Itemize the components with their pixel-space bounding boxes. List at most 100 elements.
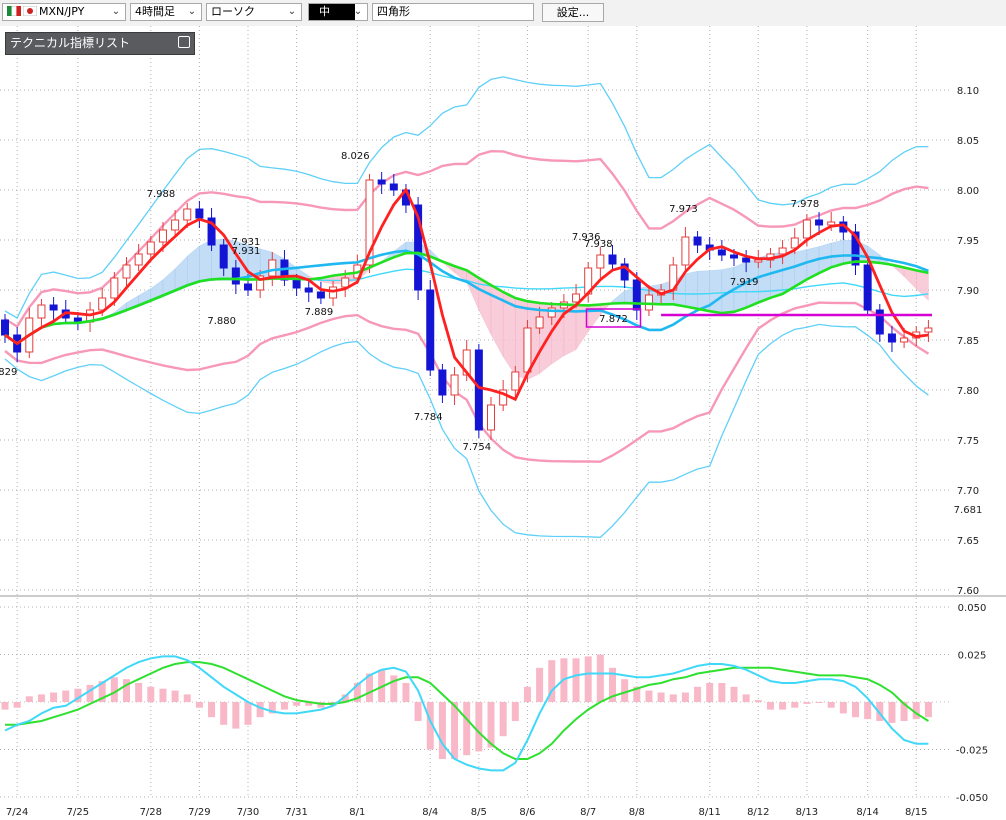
price-axis-label: 7.80	[957, 386, 979, 397]
date-axis-label: 7/28	[140, 807, 162, 818]
macd-histogram-bar	[645, 690, 653, 702]
candle-body	[146, 241, 155, 255]
date-axis-label: 7/31	[285, 807, 307, 818]
candle-body	[924, 327, 933, 333]
candle-body	[377, 179, 386, 185]
flag-icon	[7, 6, 21, 16]
macd-histogram-bar	[110, 677, 118, 702]
candle-body	[268, 259, 277, 277]
macd-histogram-bar	[669, 694, 677, 702]
date-axis-label: 8/1	[349, 807, 365, 818]
price-label: 7.754	[463, 442, 492, 453]
settings-button[interactable]: 設定...	[542, 3, 604, 22]
macd-histogram-bar	[766, 702, 774, 710]
candle-body	[863, 264, 872, 311]
chart-style-select[interactable]: ローソク ⌄	[206, 3, 302, 21]
price-label: 7.936	[572, 232, 601, 243]
macd-histogram-bar	[718, 683, 726, 702]
macd-histogram-bar	[924, 702, 932, 718]
macd-axis-label: -0.050	[956, 793, 988, 804]
cloud-segment	[685, 270, 698, 310]
candle-body	[183, 208, 192, 221]
price-label: 8.026	[341, 151, 370, 162]
price-label: 7.919	[730, 277, 759, 288]
candle-body	[875, 309, 884, 335]
timeframe-select[interactable]: 4時間足 ⌄	[130, 3, 202, 21]
macd-histogram-bar	[402, 683, 410, 702]
macd-histogram-bar	[596, 654, 604, 702]
indicator-list-title: テクニカル指標リスト	[10, 36, 131, 50]
macd-histogram-bar	[791, 702, 799, 708]
date-axis-label: 7/25	[67, 807, 89, 818]
macd-histogram-bar	[1, 702, 9, 710]
macd-histogram-bar	[803, 702, 811, 704]
macd-histogram-bar	[414, 702, 422, 721]
price-label: 7.784	[414, 412, 443, 423]
candle-body	[231, 267, 240, 285]
date-axis-label: 7/24	[6, 807, 28, 818]
macd-histogram-bar	[25, 696, 33, 702]
price-label: 7.931	[232, 237, 261, 248]
candle-body	[802, 219, 811, 239]
toolbar: MXN/JPY ⌄ 4時間足 ⌄ ローソク ⌄ 中 ⌄ 四角形 設定...	[0, 0, 1006, 27]
macd-histogram-bar	[256, 702, 264, 718]
price-axis-label: 8.10	[957, 86, 979, 97]
box-price-label: 7.872	[599, 314, 628, 325]
macd-histogram-bar	[864, 702, 872, 720]
chevron-down-icon: ⌄	[187, 6, 197, 17]
line-width-select[interactable]: 中 ⌄	[308, 3, 368, 21]
price-label: 7.829	[0, 367, 17, 378]
macd-histogram-bar	[572, 658, 580, 702]
chart-area[interactable]: 7.8297.9887.8807.9317.9317.8898.0267.784…	[0, 26, 1006, 820]
candle-body	[110, 277, 119, 299]
date-axis-label: 8/14	[856, 807, 878, 818]
price-axis-label: 7.75	[957, 436, 979, 447]
price-axis-label: 7.85	[957, 336, 979, 347]
date-axis-label: 8/8	[629, 807, 645, 818]
macd-histogram-bar	[451, 702, 459, 759]
candle-body	[49, 304, 58, 311]
macd-histogram-bar	[888, 702, 896, 723]
price-axis-label: 8.00	[957, 186, 979, 197]
candle-body	[389, 183, 398, 191]
line-width-label: 中	[309, 4, 355, 20]
macd-histogram-bar	[742, 694, 750, 702]
date-axis-label: 8/6	[519, 807, 535, 818]
date-axis-label: 8/7	[580, 807, 596, 818]
symbol-select[interactable]: MXN/JPY ⌄	[2, 3, 126, 21]
price-label: 7.889	[305, 307, 334, 318]
macd-histogram-bar	[839, 702, 847, 714]
candle-body	[608, 254, 617, 265]
candle-body	[754, 259, 763, 263]
price-label: 7.988	[147, 189, 176, 200]
candle-body	[681, 236, 690, 266]
date-axis-label: 8/15	[905, 807, 927, 818]
macd-histogram-bar	[438, 702, 446, 759]
candle-body	[778, 247, 787, 255]
macd-histogram-bar	[852, 702, 859, 718]
timeframe-label: 4時間足	[135, 5, 175, 18]
macd-histogram-bar	[37, 694, 45, 702]
candle-body	[632, 279, 641, 311]
candle-body	[742, 257, 751, 263]
macd-histogram-bar	[280, 702, 288, 710]
date-axis-label: 8/5	[471, 807, 487, 818]
macd-histogram-bar	[183, 694, 191, 702]
price-axis-label: 7.90	[957, 286, 979, 297]
macd-histogram-bar	[523, 686, 531, 702]
macd-histogram-bar	[681, 692, 689, 702]
macd-histogram-bar	[244, 702, 252, 725]
macd-histogram-bar	[621, 679, 629, 702]
candle-body	[426, 289, 435, 371]
macd-histogram-bar	[123, 679, 130, 702]
macd-histogram-bar	[159, 688, 167, 702]
macd-histogram-bar	[62, 690, 70, 702]
date-axis-label: 8/11	[698, 807, 720, 818]
indicator-list-panel[interactable]: テクニカル指標リスト	[5, 32, 195, 55]
macd-histogram-bar	[694, 686, 702, 702]
macd-histogram-bar	[13, 702, 21, 708]
macd-histogram-bar	[293, 702, 301, 706]
shape-field[interactable]: 四角形	[372, 3, 534, 21]
restore-icon[interactable]	[178, 36, 190, 48]
macd-histogram-bar	[730, 686, 738, 702]
